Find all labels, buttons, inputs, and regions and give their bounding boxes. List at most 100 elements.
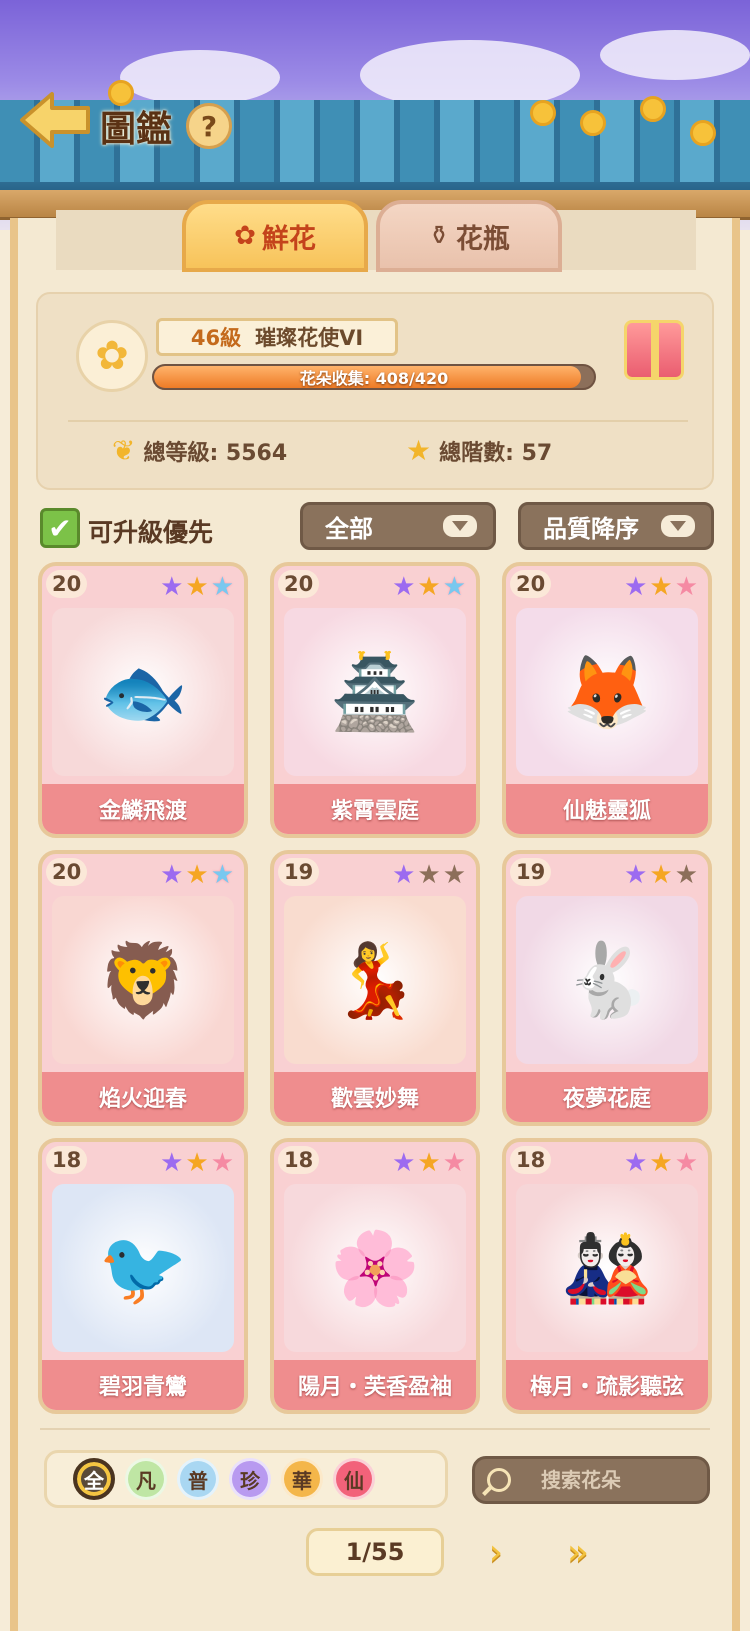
blossom-icon <box>640 96 666 122</box>
tab-label: 花瓶 <box>455 223 510 255</box>
flower-card[interactable]: 18 ★ ★ ★ 🌸 陽月・芙香盈袖 <box>270 1138 480 1414</box>
card-name: 夜夢花庭 <box>506 1072 708 1122</box>
flower-emblem-icon: ✿ <box>76 320 148 392</box>
flower-artwork: 🦊 <box>516 608 698 776</box>
star-rating: ★ ★ ★ <box>624 574 698 600</box>
flower-card[interactable]: 20 ★ ★ ★ 🏯 紫霄雲庭 <box>270 562 480 838</box>
star-icon: ★ <box>417 860 441 890</box>
quality-filter-bar: 全凡普珍華仙 <box>44 1450 448 1508</box>
rank-title: 璀璨花使VI <box>255 326 364 350</box>
star-icon: ★ <box>160 860 184 890</box>
star-icon: ★ <box>210 1148 234 1178</box>
flower-artwork: 🎎 <box>516 1184 698 1352</box>
star-icon: ★ <box>624 572 648 602</box>
star-icon: ★ <box>442 860 466 890</box>
star-icon: ★ <box>417 1148 441 1178</box>
category-dropdown[interactable]: 全部 <box>300 502 496 550</box>
star-icon: ★ <box>185 860 209 890</box>
card-name: 金鱗飛渡 <box>42 784 244 834</box>
card-level-badge: 20 <box>510 570 552 598</box>
star-icon: ★ <box>674 860 698 890</box>
back-arrow-icon <box>20 92 90 148</box>
search-icon <box>487 1468 511 1492</box>
star-icon: ★ <box>185 572 209 602</box>
quality-filter-chip[interactable]: 全 <box>73 1458 115 1500</box>
star-icon: ★ <box>406 434 432 467</box>
star-rating: ★ ★ ★ <box>392 862 466 888</box>
flower-card[interactable]: 20 ★ ★ ★ 🦁 焰火迎春 <box>38 850 248 1126</box>
star-icon: ★ <box>624 860 648 890</box>
gift-box-button[interactable] <box>624 320 684 380</box>
card-level-badge: 18 <box>46 1146 88 1174</box>
star-icon: ★ <box>649 572 673 602</box>
tab-flowers[interactable]: ✿ 鮮花 <box>182 200 368 272</box>
star-icon: ★ <box>624 1148 648 1178</box>
star-icon: ★ <box>185 1148 209 1178</box>
search-input[interactable] <box>541 1468 671 1492</box>
divider <box>40 1428 710 1430</box>
card-name: 焰火迎春 <box>42 1072 244 1122</box>
flower-artwork: 🐟 <box>52 608 234 776</box>
total-level-stat: ❦ 總等級: 5564 <box>112 434 287 467</box>
quality-filter-chip[interactable]: 普 <box>177 1458 219 1500</box>
help-button[interactable]: ? <box>186 103 232 149</box>
page-title: 圖鑑 <box>100 109 173 150</box>
card-level-badge: 19 <box>278 858 320 886</box>
sort-dropdown[interactable]: 品質降序 <box>518 502 714 550</box>
star-rating: ★ ★ ★ <box>160 862 234 888</box>
card-level-badge: 20 <box>46 858 88 886</box>
card-level-badge: 19 <box>510 858 552 886</box>
card-level-badge: 20 <box>278 570 320 598</box>
card-name: 碧羽青鸞 <box>42 1360 244 1410</box>
upgrade-first-label[interactable]: 可升級優先 <box>88 513 213 549</box>
flower-card[interactable]: 20 ★ ★ ★ 🦊 仙魅靈狐 <box>502 562 712 838</box>
flower-card[interactable]: 19 ★ ★ ★ 🐇 夜夢花庭 <box>502 850 712 1126</box>
quality-filter-chip[interactable]: 珍 <box>229 1458 271 1500</box>
divider <box>68 420 688 422</box>
quality-filter-chip[interactable]: 凡 <box>125 1458 167 1500</box>
quality-filter-chip[interactable]: 仙 <box>333 1458 375 1500</box>
star-rating: ★ ★ ★ <box>624 862 698 888</box>
search-box[interactable] <box>472 1456 710 1504</box>
rank-plate: 46級 璀璨花使VI <box>156 318 398 356</box>
flower-artwork: 🐇 <box>516 896 698 1064</box>
star-icon: ★ <box>210 572 234 602</box>
star-icon: ★ <box>674 1148 698 1178</box>
total-tiers-stat: ★ 總階數: 57 <box>406 434 552 467</box>
flower-card[interactable]: 20 ★ ★ ★ 🐟 金鱗飛渡 <box>38 562 248 838</box>
page-indicator: 1/55 <box>306 1528 444 1576</box>
tab-vases[interactable]: ⚱ 花瓶 <box>376 200 562 272</box>
star-rating: ★ ★ ★ <box>392 1150 466 1176</box>
star-rating: ★ ★ ★ <box>160 574 234 600</box>
quality-filter-chip[interactable]: 華 <box>281 1458 323 1500</box>
star-icon: ★ <box>649 860 673 890</box>
upgrade-first-checkbox[interactable]: ✔ <box>40 508 80 548</box>
flower-artwork: 🏯 <box>284 608 466 776</box>
rank-level: 46級 <box>190 326 242 350</box>
flower-card[interactable]: 18 ★ ★ ★ 🐦 碧羽青鸞 <box>38 1138 248 1414</box>
star-rating: ★ ★ ★ <box>160 1150 234 1176</box>
star-icon: ★ <box>160 1148 184 1178</box>
vase-icon: ⚱ <box>428 221 450 251</box>
star-icon: ★ <box>160 572 184 602</box>
blossom-icon <box>530 100 556 126</box>
sort-value: 品質降序 <box>543 514 639 543</box>
star-rating: ★ ★ ★ <box>624 1150 698 1176</box>
card-name: 陽月・芙香盈袖 <box>274 1360 476 1410</box>
total-tiers-text: 總階數: 57 <box>439 440 553 466</box>
next-page-button[interactable]: › <box>466 1528 526 1576</box>
card-level-badge: 18 <box>278 1146 320 1174</box>
star-icon: ★ <box>392 572 416 602</box>
card-level-badge: 18 <box>510 1146 552 1174</box>
star-icon: ★ <box>417 572 441 602</box>
star-icon: ★ <box>210 860 234 890</box>
total-level-text: 總等級: 5564 <box>143 440 288 466</box>
back-button[interactable] <box>18 90 92 150</box>
flower-artwork: 💃 <box>284 896 466 1064</box>
cloud <box>600 30 750 80</box>
star-icon: ★ <box>442 1148 466 1178</box>
last-page-button[interactable]: » <box>548 1528 608 1576</box>
flower-card[interactable]: 19 ★ ★ ★ 💃 歡雲妙舞 <box>270 850 480 1126</box>
flower-card[interactable]: 18 ★ ★ ★ 🎎 梅月・疏影聽弦 <box>502 1138 712 1414</box>
star-icon: ★ <box>442 572 466 602</box>
